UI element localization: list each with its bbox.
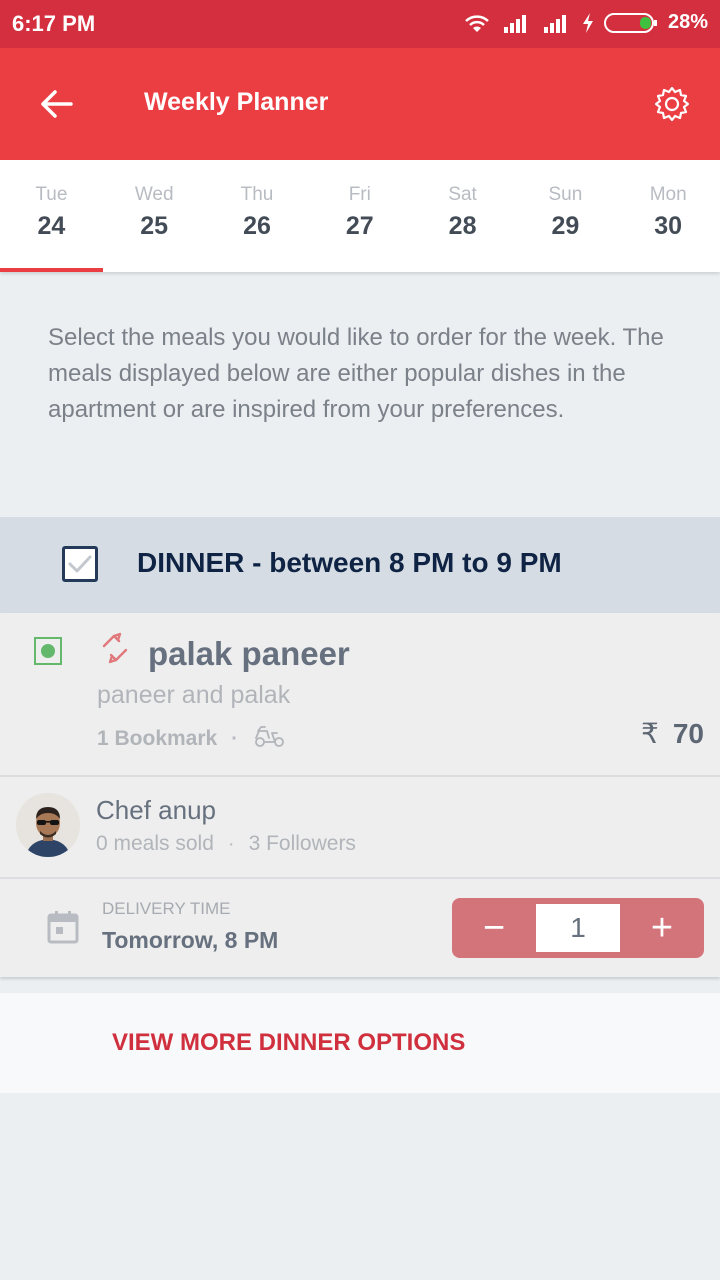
wifi-icon <box>462 12 492 34</box>
day-number: 28 <box>448 212 477 240</box>
back-arrow-icon <box>41 90 73 118</box>
day-name: Sat <box>448 184 477 205</box>
day-number: 25 <box>140 212 169 240</box>
calendar-icon <box>46 909 80 950</box>
dish-name: palak paneer <box>148 635 350 672</box>
meals-sold: 0 meals sold <box>96 832 214 855</box>
divider <box>0 877 720 879</box>
charging-icon <box>582 12 594 33</box>
day-name: Sun <box>548 184 583 205</box>
dish-card[interactable]: palak paneer paneer and palak 1 Bookmark… <box>0 613 720 977</box>
tab-day-tue[interactable]: Tue 24 <box>0 160 103 272</box>
signal-icon <box>502 13 532 33</box>
chef-avatar-photo <box>16 793 80 857</box>
day-name: Mon <box>649 184 687 205</box>
quantity-stepper: − 1 + <box>452 898 704 958</box>
status-time: 6:17 PM <box>12 11 96 36</box>
dish-description: paneer and palak <box>97 681 291 709</box>
swap-icon[interactable] <box>100 631 130 670</box>
separator-dot: · <box>231 727 238 750</box>
view-more-dinner-options-link[interactable]: VIEW MORE DINNER OPTIONS <box>112 1029 465 1057</box>
tab-day-wed[interactable]: Wed 25 <box>103 160 206 272</box>
separator-dot: · <box>227 832 235 855</box>
signal-icon-2 <box>542 13 572 33</box>
meal-checkbox[interactable] <box>62 546 98 582</box>
settings-button[interactable] <box>646 78 698 130</box>
status-icons: 28% <box>462 11 708 34</box>
day-name: Wed <box>134 184 174 205</box>
tab-day-fri[interactable]: Fri 27 <box>308 160 411 272</box>
chef-meta: 0 meals sold · 3 Followers <box>96 832 356 856</box>
battery-percent: 28% <box>667 11 708 33</box>
gear-icon <box>654 86 690 122</box>
currency-symbol: ₹ <box>641 718 659 749</box>
followers-count: 3 Followers <box>248 832 356 855</box>
battery-icon <box>603 12 658 34</box>
chef-name[interactable]: Chef anup <box>96 795 216 826</box>
day-number: 26 <box>243 212 271 240</box>
day-name: Fri <box>348 184 371 205</box>
day-number: 29 <box>551 212 580 240</box>
meal-section-header: DINNER - between 8 PM to 9 PM <box>0 517 720 613</box>
day-name: Tue <box>35 184 68 205</box>
status-bar: 6:17 PM 28% <box>0 0 720 48</box>
delivery-time-label: DELIVERY TIME <box>102 899 231 918</box>
delivery-time-value[interactable]: Tomorrow, 8 PM <box>102 927 278 954</box>
tab-day-sun[interactable]: Sun 29 <box>514 160 617 272</box>
bookmark-count: 1 Bookmark <box>97 727 218 750</box>
day-number: 24 <box>37 212 66 240</box>
price-value: 70 <box>672 718 704 749</box>
dish-meta: 1 Bookmark · <box>97 723 286 755</box>
day-number: 30 <box>654 212 683 240</box>
quantity-value: 1 <box>536 904 620 952</box>
divider <box>0 775 720 777</box>
day-name: Thu <box>240 184 274 205</box>
day-tabs: Tue 24 Wed 25 Thu 26 Fri 27 Sat 28 Sun 2… <box>0 160 720 272</box>
check-icon <box>68 555 92 573</box>
tab-day-thu[interactable]: Thu 26 <box>206 160 309 272</box>
tab-day-sat[interactable]: Sat 28 <box>411 160 514 272</box>
dish-price: ₹ 70 <box>641 717 704 750</box>
tab-day-mon[interactable]: Mon 30 <box>617 160 720 272</box>
decrement-button[interactable]: − <box>452 898 536 958</box>
avatar[interactable] <box>16 793 80 857</box>
intro-text: Select the meals you would like to order… <box>48 324 664 423</box>
veg-dot <box>41 644 55 658</box>
page-title: Weekly Planner <box>144 88 329 116</box>
meal-section-title: DINNER - between 8 PM to 9 PM <box>137 547 562 578</box>
delivery-scooter-icon <box>252 723 286 755</box>
veg-indicator <box>34 637 62 665</box>
back-button[interactable] <box>30 78 82 130</box>
app-bar: Weekly Planner <box>0 48 720 160</box>
view-more-section: VIEW MORE DINNER OPTIONS <box>0 993 720 1093</box>
day-number: 27 <box>345 212 374 240</box>
increment-button[interactable]: + <box>620 898 704 958</box>
